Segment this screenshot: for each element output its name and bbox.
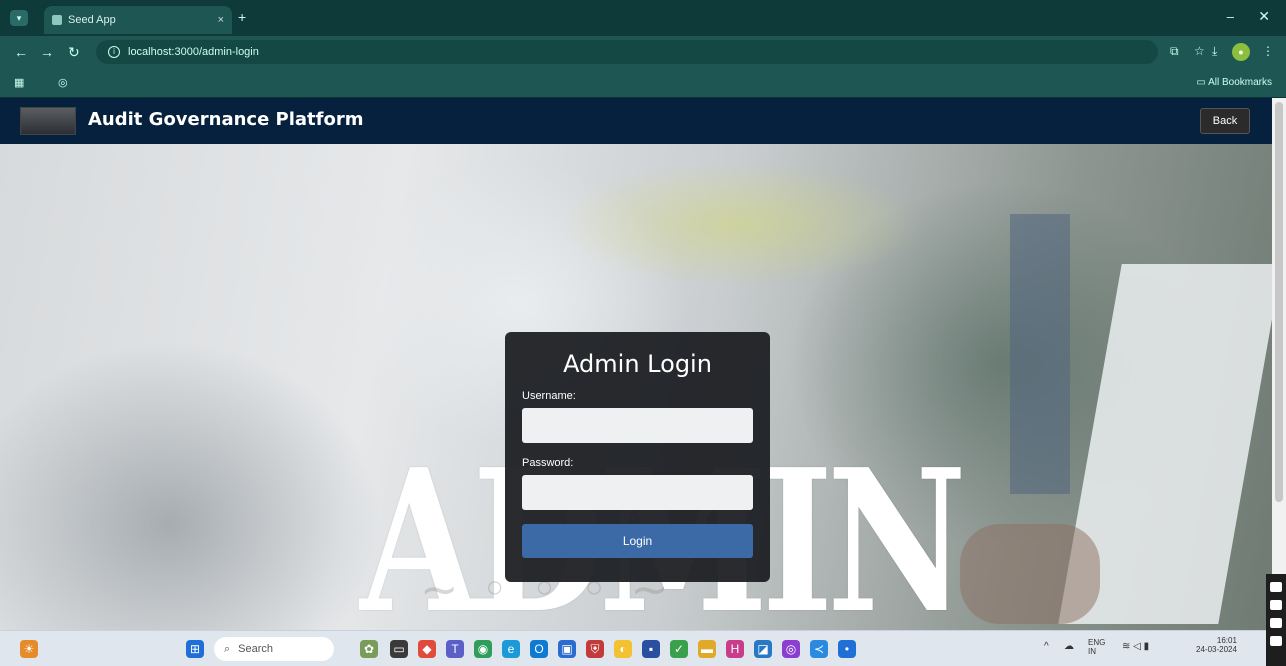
search-placeholder: Search xyxy=(238,643,274,655)
browser-tab[interactable]: Seed App × xyxy=(44,6,232,34)
task-view-icon[interactable]: ▭ xyxy=(390,640,408,658)
screen: ▾ Seed App × + – ✕ ← → ↻ i localhost:300… xyxy=(0,0,1286,666)
bookmark-star-icon[interactable]: ☆ xyxy=(1194,44,1205,58)
chrome-icon[interactable]: ◉ xyxy=(474,640,492,658)
login-title: Admin Login xyxy=(563,350,712,378)
language-indicator[interactable]: ENG IN xyxy=(1088,638,1105,656)
back-arrow-icon[interactable]: ← xyxy=(14,44,28,60)
login-card: Admin Login Username: Password: Login xyxy=(505,332,770,582)
widgets-icon[interactable]: ✿ xyxy=(360,640,378,658)
menu-kebab-icon[interactable]: ⋮ xyxy=(1262,44,1274,58)
forward-arrow-icon[interactable]: → xyxy=(40,44,54,60)
address-bar-row: ← → ↻ i localhost:3000/admin-login ⧉ ☆ ⤓… xyxy=(0,36,1286,68)
url-input[interactable]: i localhost:3000/admin-login xyxy=(96,40,1158,64)
video-icon[interactable] xyxy=(1270,600,1282,610)
minimize-icon[interactable]: – xyxy=(1227,9,1234,24)
camera-icon[interactable] xyxy=(1270,582,1282,592)
cast-icon[interactable]: ⧉ xyxy=(1170,44,1179,59)
app-icon-3[interactable]: ◪ xyxy=(754,640,772,658)
tab-close-icon[interactable]: × xyxy=(218,14,224,26)
outlook-icon[interactable]: O xyxy=(530,640,548,658)
windows-taskbar: ☀ ⊞ ⌕ Search ✿ ▭ ◆ T ◉ e O ▣ ⛨ ◐ ▪ ✓ ▬ H… xyxy=(0,630,1286,666)
hero-background-image: ADMIN ~ ◦ ◦ ◦ ~ Admin Login Username: Pa… xyxy=(0,144,1272,630)
wifi-volume-battery-icon[interactable]: ≋ ◁ ▮ xyxy=(1122,641,1149,652)
site-logo xyxy=(20,107,76,135)
windows-start-icon[interactable]: ⊞ xyxy=(186,640,204,658)
app-icon-5[interactable]: • xyxy=(838,640,856,658)
page-scrollbar[interactable] xyxy=(1272,98,1286,630)
settings-gear-icon[interactable] xyxy=(1270,636,1282,646)
password-label: Password: xyxy=(522,457,574,469)
search-icon: ⌕ xyxy=(224,642,231,655)
app-icon-4[interactable]: ◎ xyxy=(782,640,800,658)
bookmarks-bar: ▦ ◎ ▭ All Bookmarks xyxy=(0,68,1286,98)
brand-title: Audit Governance Platform xyxy=(88,109,364,130)
whatsapp-icon[interactable]: ✓ xyxy=(670,640,688,658)
login-button[interactable]: Login xyxy=(522,524,753,558)
store-icon[interactable]: ▣ xyxy=(558,640,576,658)
browser-tab-bar: ▾ Seed App × + – ✕ xyxy=(0,0,1286,36)
profile-avatar[interactable]: ● xyxy=(1232,43,1250,61)
sticky-notes-icon[interactable]: ◐ xyxy=(614,640,632,658)
tab-search-icon[interactable]: ▾ xyxy=(10,10,28,26)
terminal-icon[interactable]: ▪ xyxy=(642,640,660,658)
reload-icon[interactable]: ↻ xyxy=(68,44,80,61)
site-info-icon[interactable]: i xyxy=(108,46,120,58)
web-page: Audit Governance Platform Back ADMIN ~ ◦… xyxy=(0,98,1272,630)
clock[interactable]: 16:01 24-03-2024 xyxy=(1196,636,1237,654)
file-explorer-icon[interactable]: ▬ xyxy=(698,640,716,658)
app-icon-1[interactable]: ◆ xyxy=(418,640,436,658)
tab-favicon-icon xyxy=(52,15,62,25)
url-text: localhost:3000/admin-login xyxy=(128,46,259,58)
download-icon[interactable]: ⤓ xyxy=(1212,44,1217,59)
all-bookmarks-link[interactable]: ▭ All Bookmarks xyxy=(1196,77,1272,88)
teams-icon[interactable]: T xyxy=(446,640,464,658)
background-hand-shape xyxy=(960,524,1100,624)
edge-icon[interactable]: e xyxy=(502,640,520,658)
app-icon-2[interactable]: H xyxy=(726,640,744,658)
taskbar-search-input[interactable]: ⌕ Search xyxy=(214,637,334,661)
username-input[interactable] xyxy=(522,408,753,443)
shield-app-icon[interactable]: ⛨ xyxy=(586,640,604,658)
screen-capture-toolbar xyxy=(1266,574,1286,666)
apps-grid-icon[interactable]: ▦ xyxy=(14,76,24,89)
screen-icon[interactable] xyxy=(1270,618,1282,628)
site-header: Audit Governance Platform Back xyxy=(0,98,1272,144)
tab-title: Seed App xyxy=(68,14,116,26)
tray-overflow-icon[interactable]: ^ xyxy=(1044,641,1049,652)
background-shelf-shape xyxy=(1010,214,1070,494)
password-input[interactable] xyxy=(522,475,753,510)
back-button[interactable]: Back xyxy=(1200,108,1250,134)
window-close-icon[interactable]: ✕ xyxy=(1258,8,1270,25)
bookmark-site-icon[interactable]: ◎ xyxy=(58,76,68,89)
scrollbar-thumb[interactable] xyxy=(1275,102,1283,502)
clock-time: 16:01 xyxy=(1216,636,1237,645)
vscode-icon[interactable]: ≺ xyxy=(810,640,828,658)
all-bookmarks-label: All Bookmarks xyxy=(1208,77,1272,88)
clock-date: 24-03-2024 xyxy=(1196,645,1237,654)
cloud-icon[interactable]: ☁ xyxy=(1064,641,1074,652)
new-tab-icon[interactable]: + xyxy=(238,9,246,25)
username-label: Username: xyxy=(522,390,576,402)
weather-widget-icon[interactable]: ☀ xyxy=(20,640,38,658)
